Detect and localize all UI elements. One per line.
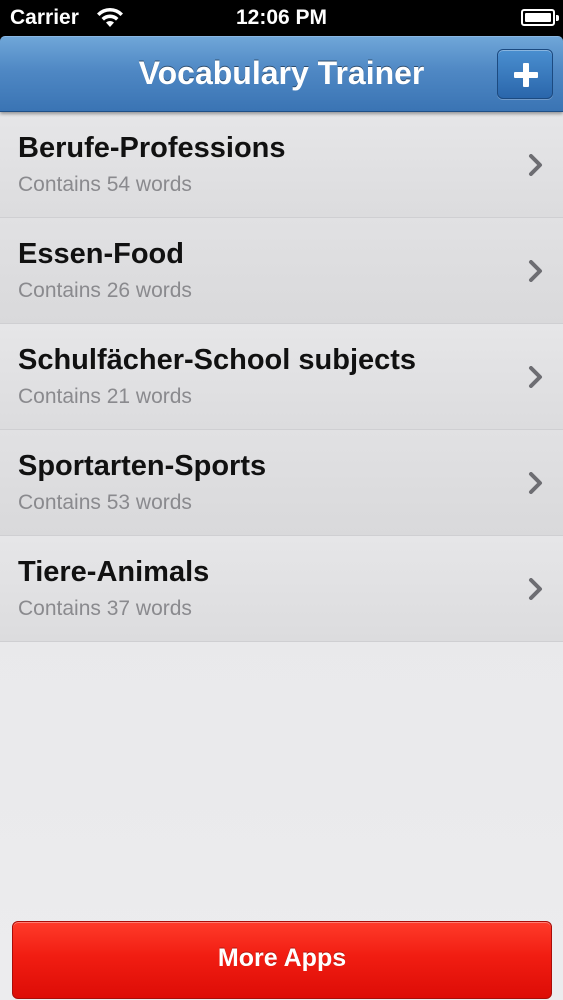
chevron-right-icon (529, 472, 542, 494)
chevron-right-icon (529, 366, 542, 388)
status-bar: Carrier 12:06 PM (0, 0, 563, 36)
list-item-word-count: Contains 21 words (18, 385, 192, 408)
list-item-title: Sportarten-Sports (18, 450, 267, 482)
list-item-title: Essen-Food (18, 238, 184, 270)
navigation-bar: Vocabulary Trainer (0, 36, 563, 112)
list-item[interactable]: Berufe-Professions Contains 54 words (0, 112, 563, 218)
list-item[interactable]: Essen-Food Contains 26 words (0, 218, 563, 324)
list-item[interactable]: Sportarten-Sports Contains 53 words (0, 430, 563, 536)
vocabulary-list: Berufe-Professions Contains 54 words Ess… (0, 112, 563, 642)
list-item[interactable]: Tiere-Animals Contains 37 words (0, 536, 563, 642)
vocabulary-list-view: Berufe-Professions Contains 54 words Ess… (0, 112, 563, 1000)
page-title: Vocabulary Trainer (138, 55, 425, 91)
chevron-right-icon (529, 578, 542, 600)
list-item-word-count: Contains 54 words (18, 173, 192, 196)
plus-icon (514, 63, 538, 87)
list-item[interactable]: Schulfächer-School subjects Contains 21 … (0, 324, 563, 430)
chevron-right-icon (529, 260, 542, 282)
list-item-title: Schulfächer-School subjects (18, 344, 417, 376)
status-time: 12:06 PM (235, 6, 328, 29)
list-item-title: Tiere-Animals (18, 556, 210, 588)
more-apps-label: More Apps (217, 944, 347, 972)
chevron-right-icon (529, 154, 542, 176)
list-item-word-count: Contains 26 words (18, 279, 192, 302)
add-list-button[interactable] (497, 49, 553, 99)
battery-icon (521, 9, 559, 26)
more-apps-button[interactable]: More Apps (12, 921, 552, 999)
list-item-word-count: Contains 37 words (18, 597, 192, 620)
list-item-title: Berufe-Professions (18, 132, 286, 164)
list-item-word-count: Contains 53 words (18, 491, 192, 514)
